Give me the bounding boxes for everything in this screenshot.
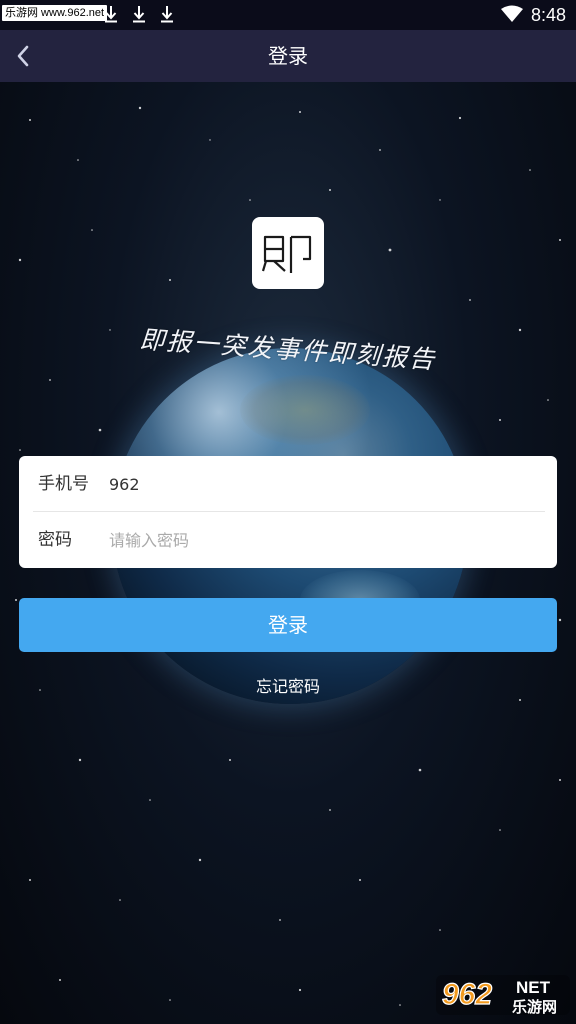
page-title: 登录	[268, 44, 308, 68]
password-row: 密码	[19, 512, 557, 568]
wifi-icon	[500, 5, 524, 27]
battery-icon	[528, 5, 530, 27]
download-icon	[160, 4, 174, 28]
download-icon	[104, 4, 118, 28]
password-input[interactable]	[109, 524, 539, 556]
login-form: 手机号 密码	[19, 456, 557, 568]
logo-glyph-icon	[261, 235, 312, 273]
login-button[interactable]: 登录	[19, 598, 557, 652]
password-label: 密码	[38, 530, 72, 550]
app-bar: 登录	[0, 30, 576, 82]
forgot-password-link[interactable]: 忘记密码	[0, 676, 576, 698]
earth-land-highlight	[240, 375, 370, 445]
svg-text:962: 962	[442, 978, 492, 1011]
download-icon	[132, 4, 146, 28]
clock: 8:48	[530, 5, 566, 25]
watermark-badge: 乐游网 www.962.net	[2, 5, 108, 21]
app-logo	[252, 217, 324, 289]
phone-input[interactable]	[109, 468, 539, 500]
svg-text:NET: NET	[516, 978, 551, 997]
phone-row: 手机号	[19, 456, 557, 512]
svg-text:乐游网: 乐游网	[512, 998, 557, 1016]
watermark-logo: 962 NET 乐游网	[436, 972, 570, 1018]
status-bar: 乐游网 www.962.net 8:48	[0, 0, 576, 30]
phone-label: 手机号	[38, 474, 89, 494]
